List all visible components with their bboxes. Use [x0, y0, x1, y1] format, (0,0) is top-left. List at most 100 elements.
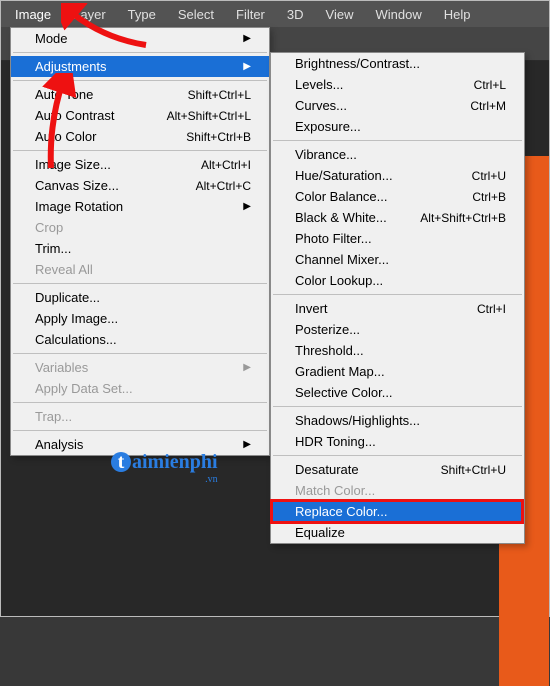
image-menu-duplicate[interactable]: Duplicate...: [11, 287, 269, 308]
menu-item-label: Analysis: [35, 437, 237, 452]
menu-item-shortcut: Alt+Ctrl+I: [201, 158, 251, 172]
menu-item-shortcut: Shift+Ctrl+L: [188, 88, 251, 102]
image-menu-image-size[interactable]: Image Size... Alt+Ctrl+I: [11, 154, 269, 175]
menu-item-shortcut: Alt+Ctrl+C: [196, 179, 251, 193]
menu-item-shortcut: Alt+Shift+Ctrl+L: [167, 109, 251, 123]
menu-filter[interactable]: Filter: [236, 7, 265, 22]
menu-item-label: Posterize...: [295, 322, 506, 337]
image-menu-trim[interactable]: Trim...: [11, 238, 269, 259]
menu-type[interactable]: Type: [128, 7, 156, 22]
menu-item-label: Brightness/Contrast...: [295, 56, 506, 71]
menu-help[interactable]: Help: [444, 7, 471, 22]
image-menu-auto-contrast[interactable]: Auto Contrast Alt+Shift+Ctrl+L: [11, 105, 269, 126]
menu-separator: [273, 294, 522, 295]
menu-item-label: Gradient Map...: [295, 364, 506, 379]
adjustments-equalize[interactable]: Equalize: [271, 522, 524, 543]
image-menu-calculations[interactable]: Calculations...: [11, 329, 269, 350]
adjustments-posterize[interactable]: Posterize...: [271, 319, 524, 340]
image-menu-dropdown: Mode▶Adjustments▶Auto ToneShift+Ctrl+LAu…: [10, 27, 270, 456]
menu-separator: [13, 430, 267, 431]
menu-image[interactable]: Image: [15, 7, 51, 22]
menu-item-label: Desaturate: [295, 462, 431, 477]
adjustments-channel-mixer[interactable]: Channel Mixer...: [271, 249, 524, 270]
adjustments-curves[interactable]: Curves...Ctrl+M: [271, 95, 524, 116]
menu-item-label: Adjustments: [35, 59, 237, 74]
menu-item-label: Image Size...: [35, 157, 191, 172]
adjustments-selective-color[interactable]: Selective Color...: [271, 382, 524, 403]
menu-bar: Image Layer Type Select Filter 3D View Window He…: [1, 1, 549, 27]
adjustments-vibrance[interactable]: Vibrance...: [271, 144, 524, 165]
menu-item-label: Vibrance...: [295, 147, 506, 162]
menu-item-label: Photo Filter...: [295, 231, 506, 246]
adjustments-color-lookup[interactable]: Color Lookup...: [271, 270, 524, 291]
adjustments-replace-color[interactable]: Replace Color...: [271, 501, 524, 522]
adjustments-brightness-contrast[interactable]: Brightness/Contrast...: [271, 53, 524, 74]
submenu-arrow-icon: ▶: [243, 201, 251, 212]
adjustments-threshold[interactable]: Threshold...: [271, 340, 524, 361]
image-menu-mode[interactable]: Mode ▶: [11, 28, 269, 49]
menu-item-shortcut: Alt+Shift+Ctrl+B: [420, 211, 506, 225]
image-menu-auto-tone[interactable]: Auto ToneShift+Ctrl+L: [11, 84, 269, 105]
menu-item-label: Levels...: [295, 77, 464, 92]
menu-item-shortcut: Ctrl+M: [470, 99, 506, 113]
submenu-arrow-icon: ▶: [243, 362, 251, 373]
adjustments-exposure[interactable]: Exposure...: [271, 116, 524, 137]
adjustments-gradient-map[interactable]: Gradient Map...: [271, 361, 524, 382]
menu-select[interactable]: Select: [178, 7, 214, 22]
menu-item-shortcut: Shift+Ctrl+B: [186, 130, 251, 144]
image-menu-canvas-size[interactable]: Canvas Size...Alt+Ctrl+C: [11, 175, 269, 196]
menu-item-label: Invert: [295, 301, 467, 316]
menu-separator: [13, 402, 267, 403]
adjustments-hdr-toning[interactable]: HDR Toning...: [271, 431, 524, 452]
image-menu-trap: Trap...: [11, 406, 269, 427]
adjustments-invert[interactable]: InvertCtrl+I: [271, 298, 524, 319]
watermark: taimienphi .vn: [111, 451, 218, 485]
menu-item-shortcut: Ctrl+L: [474, 78, 506, 92]
menu-item-label: Mode: [35, 31, 237, 46]
adjustments-black-white[interactable]: Black & White... Alt+Shift+Ctrl+B: [271, 207, 524, 228]
menu-item-label: Crop: [35, 220, 251, 235]
menu-item-label: Auto Contrast: [35, 108, 157, 123]
menu-separator: [273, 455, 522, 456]
menu-item-label: Image Rotation: [35, 199, 237, 214]
menu-item-label: Trim...: [35, 241, 251, 256]
menu-item-label: Trap...: [35, 409, 251, 424]
adjustments-desaturate[interactable]: DesaturateShift+Ctrl+U: [271, 459, 524, 480]
menu-item-label: HDR Toning...: [295, 434, 506, 449]
menu-separator: [13, 150, 267, 151]
menu-item-label: Reveal All: [35, 262, 251, 277]
image-menu-apply-data-set: Apply Data Set...: [11, 378, 269, 399]
menu-item-label: Apply Image...: [35, 311, 251, 326]
menu-item-shortcut: Ctrl+B: [472, 190, 506, 204]
menu-item-label: Exposure...: [295, 119, 506, 134]
menu-item-label: Selective Color...: [295, 385, 506, 400]
adjustments-photo-filter[interactable]: Photo Filter...: [271, 228, 524, 249]
submenu-arrow-icon: ▶: [243, 33, 251, 44]
menu-separator: [13, 80, 267, 81]
menu-item-label: Variables: [35, 360, 237, 375]
menu-item-label: Black & White...: [295, 210, 410, 225]
adjustments-hue-saturation[interactable]: Hue/Saturation...Ctrl+U: [271, 165, 524, 186]
adjustments-shadows-highlights[interactable]: Shadows/Highlights...: [271, 410, 524, 431]
menu-window[interactable]: Window: [375, 7, 421, 22]
image-menu-image-rotation[interactable]: Image Rotation ▶: [11, 196, 269, 217]
menu-separator: [13, 52, 267, 53]
menu-item-label: Match Color...: [295, 483, 506, 498]
menu-item-label: Shadows/Highlights...: [295, 413, 506, 428]
menu-3d[interactable]: 3D: [287, 7, 304, 22]
menu-layer[interactable]: Layer: [73, 7, 106, 22]
menu-item-label: Hue/Saturation...: [295, 168, 462, 183]
menu-separator: [273, 406, 522, 407]
adjustments-match-color: Match Color...: [271, 480, 524, 501]
menu-separator: [273, 140, 522, 141]
menu-view[interactable]: View: [326, 7, 354, 22]
adjustments-levels[interactable]: Levels... Ctrl+L: [271, 74, 524, 95]
image-menu-auto-color[interactable]: Auto ColorShift+Ctrl+B: [11, 126, 269, 147]
image-menu-apply-image[interactable]: Apply Image...: [11, 308, 269, 329]
adjustments-color-balance[interactable]: Color Balance...Ctrl+B: [271, 186, 524, 207]
image-menu-reveal-all: Reveal All: [11, 259, 269, 280]
image-menu-adjustments[interactable]: Adjustments▶: [11, 56, 269, 77]
menu-item-label: Threshold...: [295, 343, 506, 358]
menu-item-label: Channel Mixer...: [295, 252, 506, 267]
submenu-arrow-icon: ▶: [243, 439, 251, 450]
